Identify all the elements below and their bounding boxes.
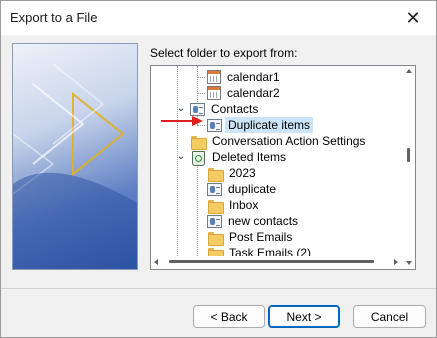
export-dialog: Export to a File ✕ Select folder to expo… bbox=[0, 0, 437, 338]
tree-item-label: Deleted Items bbox=[212, 150, 287, 164]
title-bar: Export to a File ✕ bbox=[1, 1, 436, 35]
scroll-up-icon[interactable] bbox=[406, 69, 412, 73]
scroll-left-icon[interactable] bbox=[154, 259, 158, 265]
tree-item-calendar2[interactable]: calendar2 bbox=[207, 85, 283, 101]
folder-icon bbox=[190, 135, 207, 150]
tree-item-post-emails[interactable]: Post Emails bbox=[207, 229, 295, 246]
tree-item-new-contacts[interactable]: new contacts bbox=[207, 213, 301, 229]
close-icon: ✕ bbox=[405, 7, 421, 28]
tree-item-label: new contacts bbox=[228, 214, 299, 228]
contacts-icon bbox=[190, 102, 205, 116]
close-button[interactable]: ✕ bbox=[390, 1, 436, 35]
calendar-icon bbox=[207, 70, 221, 84]
tree-connector-line bbox=[197, 93, 205, 94]
arrow-graphic-icon bbox=[13, 63, 137, 269]
folder-icon bbox=[207, 231, 224, 246]
tree-item-label: calendar1 bbox=[227, 70, 280, 84]
tree-connector-line bbox=[197, 66, 198, 102]
vertical-scroll-thumb[interactable] bbox=[407, 148, 410, 162]
tree-item-inbox[interactable]: Inbox bbox=[207, 197, 261, 214]
contacts-icon bbox=[207, 214, 222, 228]
tree-item-label: Duplicate items bbox=[225, 117, 314, 133]
folder-tree[interactable]: calendar1 calendar2 ⌄ Contacts Duplicate… bbox=[150, 65, 416, 270]
contacts-icon bbox=[207, 118, 222, 132]
footer-divider bbox=[1, 288, 436, 289]
tree-item-deleted-items[interactable]: Deleted Items bbox=[190, 149, 289, 166]
back-button[interactable]: < Back bbox=[193, 305, 265, 328]
tree-item-duplicate-items[interactable]: Duplicate items bbox=[207, 117, 314, 133]
tree-item-label: Contacts bbox=[211, 102, 259, 116]
tree-item-label: Post Emails bbox=[229, 230, 293, 244]
vertical-scrollbar[interactable] bbox=[403, 66, 415, 269]
calendar-icon bbox=[207, 86, 221, 100]
annotation-arrow-icon bbox=[161, 116, 203, 126]
folder-icon bbox=[207, 199, 224, 214]
tree-item-duplicate[interactable]: duplicate bbox=[207, 181, 279, 197]
tree-connector-line bbox=[197, 77, 205, 78]
tree-item-label: duplicate bbox=[228, 182, 277, 196]
folder-prompt-label: Select folder to export from: bbox=[150, 46, 298, 60]
tree-item-label: 2023 bbox=[229, 166, 256, 180]
tree-item-label: calendar2 bbox=[227, 86, 280, 100]
tree-connector-line bbox=[197, 164, 198, 256]
window-title: Export to a File bbox=[10, 10, 98, 25]
chevron-down-icon[interactable]: ⌄ bbox=[176, 149, 186, 165]
wizard-banner-image bbox=[12, 43, 138, 270]
scroll-right-icon[interactable] bbox=[394, 259, 398, 265]
cancel-button[interactable]: Cancel bbox=[353, 305, 426, 328]
deleted-items-icon bbox=[190, 150, 206, 166]
tree-item-calendar1[interactable]: calendar1 bbox=[207, 69, 283, 85]
tree-item-2023[interactable]: 2023 bbox=[207, 165, 259, 182]
next-button[interactable]: Next > bbox=[268, 305, 340, 328]
tree-item-label: Conversation Action Settings bbox=[212, 134, 366, 148]
tree-item-conversation-action-settings[interactable]: Conversation Action Settings bbox=[190, 133, 368, 150]
horizontal-scrollbar[interactable] bbox=[151, 256, 403, 269]
horizontal-scroll-thumb[interactable] bbox=[169, 260, 374, 263]
tree-item-label: Inbox bbox=[229, 198, 259, 212]
scroll-down-icon[interactable] bbox=[406, 261, 412, 265]
folder-icon bbox=[207, 167, 224, 182]
contacts-icon bbox=[207, 182, 222, 196]
